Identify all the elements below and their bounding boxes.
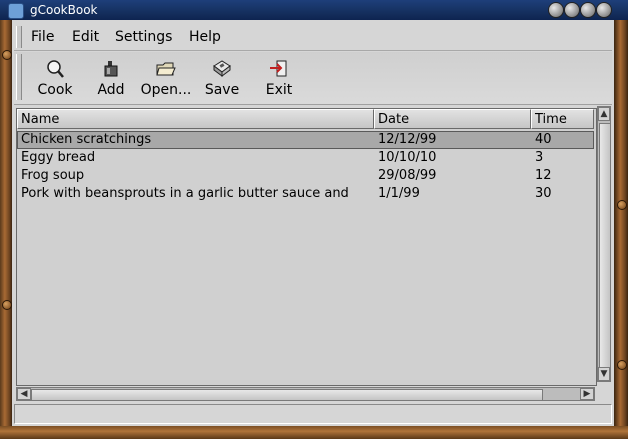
recipe-time: 30 [535,186,552,201]
cook-label: Cook [37,82,73,98]
open-label: Open... [140,82,192,98]
recipe-date: 10/10/10 [378,150,437,165]
recipe-date: 29/08/99 [378,168,437,183]
table-row[interactable]: Eggy bread 10/10/10 3 [17,149,594,167]
recipe-date: 1/1/99 [378,186,420,201]
cook-button[interactable]: Cook [34,58,76,102]
recipe-name: Pork with beansprouts in a garlic butter… [21,186,349,201]
recipe-name: Chicken scratchings [21,132,152,147]
exit-label: Exit [265,82,293,98]
pepper-mill-icon [104,61,118,77]
open-button[interactable]: Open... [140,58,192,102]
menu-settings[interactable]: Settings [115,29,172,45]
frame-stud [2,300,12,310]
window-title: gCookBook [30,3,98,17]
column-header-date[interactable]: Date [374,109,531,129]
magnifier-icon [47,60,64,78]
add-label: Add [97,82,125,98]
recipe-name: Frog soup [21,168,85,183]
table-row[interactable]: Pork with beansprouts in a garlic butter… [17,185,594,203]
shade-button[interactable] [548,2,564,18]
menu-help[interactable]: Help [189,29,221,45]
status-bar [14,404,612,424]
window-menu-icon[interactable] [8,3,24,19]
recipe-name: Eggy bread [21,150,96,165]
add-button[interactable]: Add [94,58,128,102]
vertical-scrollbar[interactable]: ▲ ▼ [597,106,611,382]
table-row[interactable]: Frog soup 29/08/99 12 [17,167,594,185]
window-frame-bottom [0,426,628,439]
frame-stud [2,50,12,60]
recipe-list[interactable]: Name Date Time Chicken scratchings 12/12… [16,108,597,386]
maximize-button[interactable] [580,2,596,18]
column-header-time[interactable]: Time [531,109,594,129]
recipe-date: 12/12/99 [378,132,437,147]
main-window: File Edit Settings Help Cook Add Open...… [12,20,614,426]
toolbar-grip[interactable] [16,54,22,100]
exit-door-icon [270,60,287,77]
toolbar: Cook Add Open... Save Exit [14,52,612,105]
floppy-disk-icon [213,60,231,77]
horizontal-scroll-thumb[interactable] [31,389,543,401]
scroll-right-arrow-icon[interactable]: ▶ [580,388,594,400]
frame-stud [617,360,627,370]
recipe-time: 3 [535,150,544,165]
horizontal-scrollbar[interactable]: ◀ ▶ [16,387,595,401]
close-button[interactable] [596,2,612,18]
scroll-up-arrow-icon[interactable]: ▲ [598,107,610,121]
title-bar[interactable]: gCookBook [0,0,628,21]
frame-stud [617,200,627,210]
vertical-scroll-thumb[interactable] [599,123,611,369]
table-row[interactable]: Chicken scratchings 12/12/99 40 [17,131,594,149]
window-frame-right [614,20,628,439]
menu-bar: File Edit Settings Help [14,24,612,51]
column-header-name[interactable]: Name [17,109,374,129]
exit-button[interactable]: Exit [262,58,296,102]
recipe-time: 40 [535,132,552,147]
scroll-left-arrow-icon[interactable]: ◀ [17,388,31,400]
scroll-down-arrow-icon[interactable]: ▼ [598,367,610,381]
menu-edit[interactable]: Edit [72,29,99,45]
save-label: Save [204,82,240,98]
window-frame-left [0,20,12,439]
menu-file[interactable]: File [31,29,54,45]
folder-open-icon [156,62,176,76]
save-button[interactable]: Save [203,58,241,102]
minimize-button[interactable] [564,2,580,18]
recipe-time: 12 [535,168,552,183]
menubar-grip[interactable] [16,26,22,48]
